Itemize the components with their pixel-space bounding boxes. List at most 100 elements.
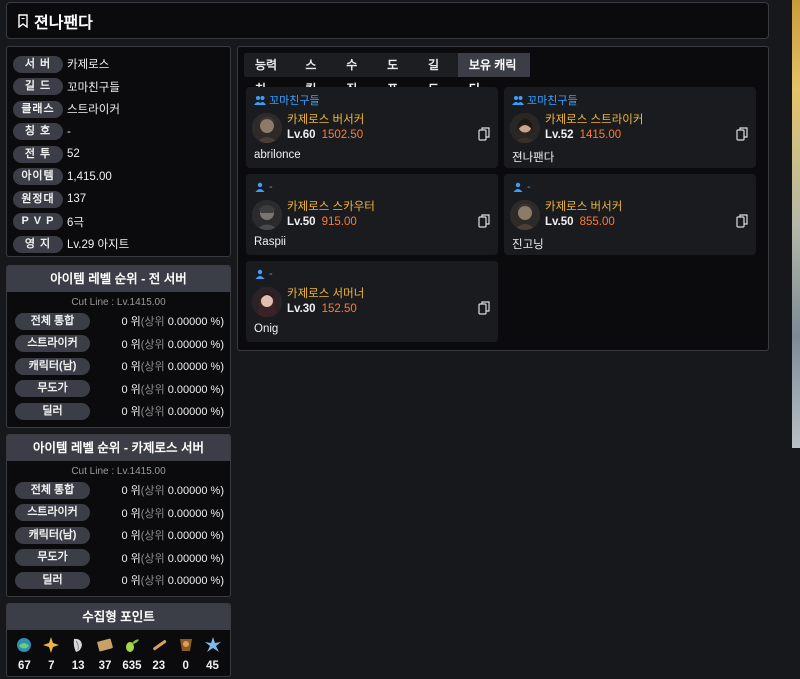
tab-chart[interactable]: 도표 <box>376 53 417 96</box>
rank-all-title: 아이템 레벨 순위 - 전 서버 <box>7 266 230 292</box>
profile-label: 아이템 <box>13 168 63 186</box>
page-header: 젼나팬다 <box>6 2 769 39</box>
group-icon <box>254 96 266 105</box>
class-line: 카제로스 스카우터 <box>287 201 375 213</box>
profile-row-class: 클래스 스트라이커 <box>13 98 224 121</box>
guild-name: 꼬마친구들 <box>269 95 320 107</box>
level-line: Lv.50 855.00 <box>545 216 615 228</box>
profile-row-item-level: 아이템 1,415.00 <box>13 166 224 189</box>
collection-count: 13 <box>71 660 85 672</box>
guild-name: - <box>269 181 273 193</box>
bookmark-icon[interactable] <box>17 13 29 28</box>
rank-label: 전체 통합 <box>15 312 90 330</box>
avatar <box>252 287 282 317</box>
profile-label: 길 드 <box>13 78 63 96</box>
character-card[interactable]: 꼬마친구들 카제로스 버서커 Lv.60 1502.50 abrilonce <box>246 87 498 168</box>
collection-item[interactable]: 635 <box>120 636 144 672</box>
collection-count: 45 <box>206 660 219 672</box>
character-card[interactable]: 꼬마친구들 카제로스 스트라이커 Lv.52 1415.00 젼나팬다 <box>504 87 756 168</box>
tab-bar: 능력치 스킬 수집 도표 길드 보유 캐릭터 <box>244 53 530 96</box>
collection-item[interactable]: 45 <box>201 636 225 672</box>
character-grid: 꼬마친구들 카제로스 버서커 Lv.60 1502.50 abrilonce 꼬마… <box>246 87 762 342</box>
rank-row: 무도가 0 위(상위 0.00000 %) <box>7 547 230 570</box>
collection-count: 67 <box>18 660 31 672</box>
character-card[interactable]: - 카제로스 버서커 Lv.50 855.00 진고닝 <box>504 174 756 255</box>
island-heart-icon <box>17 638 32 652</box>
avatar <box>510 200 540 230</box>
star-icon <box>43 637 60 653</box>
profile-panel: 서 버 카제로스 길 드 꼬마친구들 클래스 스트라이커 칭 호 - 전 투 5… <box>6 46 231 257</box>
rank-server-panel: 아이템 레벨 순위 - 카제로스 서버 Cut Line : Lv.1415.0… <box>6 434 231 597</box>
class-line: 카제로스 버서커 <box>545 201 623 213</box>
cutline-text: Cut Line : Lv.1415.00 <box>71 297 166 308</box>
rank-label: 전체 통합 <box>15 481 90 499</box>
copy-icon[interactable] <box>736 214 748 228</box>
tab-skills[interactable]: 스킬 <box>294 53 335 96</box>
class-line: 카제로스 스트라이커 <box>545 114 644 126</box>
rank-row: 전체 통합 0 위(상위 0.00000 %) <box>7 310 230 333</box>
rank-label: 스트라이커 <box>15 335 90 353</box>
character-card[interactable]: - 카제로스 서머너 Lv.30 152.50 Onig <box>246 261 498 342</box>
collection-item[interactable]: 37 <box>93 636 117 672</box>
copy-icon[interactable] <box>478 214 490 228</box>
collection-item[interactable]: 7 <box>39 636 63 672</box>
collection-item[interactable]: 67 <box>12 636 36 672</box>
class-line: 카제로스 서머너 <box>287 288 365 300</box>
rank-label: 딜러 <box>15 402 90 420</box>
collection-panel: 수집형 포인트 67 7 13 37 635 23 0 45 <box>6 603 231 677</box>
level-line: Lv.60 1502.50 <box>287 129 364 141</box>
guild-name: - <box>527 181 531 193</box>
person-icon <box>255 269 265 279</box>
rank-label: 무도가 <box>15 380 90 398</box>
avatar <box>510 113 540 143</box>
rank-label: 스트라이커 <box>15 504 90 522</box>
rank-label: 무도가 <box>15 549 90 567</box>
person-icon <box>255 182 265 192</box>
profile-value: - <box>67 125 71 138</box>
profile-label: 전 투 <box>13 145 63 163</box>
collection-count: 23 <box>152 660 166 672</box>
guild-name: - <box>269 268 273 280</box>
profile-row-pvp: P V P 6극 <box>13 211 224 234</box>
character-card[interactable]: - 카제로스 스카우터 Lv.50 915.00 Raspii <box>246 174 498 255</box>
collection-item[interactable]: 0 <box>174 636 198 672</box>
tab-collection[interactable]: 수집 <box>335 53 376 96</box>
copy-icon[interactable] <box>736 127 748 141</box>
collection-count: 7 <box>48 660 55 672</box>
copy-icon[interactable] <box>478 127 490 141</box>
avatar <box>252 200 282 230</box>
level-line: Lv.50 915.00 <box>287 216 357 228</box>
level-line: Lv.30 152.50 <box>287 303 357 315</box>
rank-value: 0 위(상위 0.00000 %) <box>121 338 224 351</box>
level-line: Lv.52 1415.00 <box>545 129 622 141</box>
rank-value: 0 위(상위 0.00000 %) <box>121 316 224 329</box>
rank-row: 딜러 0 위(상위 0.00000 %) <box>7 569 230 592</box>
cutline-text: Cut Line : Lv.1415.00 <box>71 466 166 477</box>
collection-item[interactable]: 13 <box>66 636 90 672</box>
rank-value: 0 위(상위 0.00000 %) <box>121 552 224 565</box>
character-name: 젼나팬다 <box>512 152 555 164</box>
collection-item[interactable]: 23 <box>147 636 171 672</box>
character-name: 진고닝 <box>512 239 544 251</box>
tab-guild[interactable]: 길드 <box>417 53 458 96</box>
tab-characters[interactable]: 보유 캐릭터 <box>457 53 530 96</box>
profile-row-title: 칭 호 - <box>13 121 224 144</box>
profile-row-expedition: 원정대 137 <box>13 188 224 211</box>
profile-label: 영 지 <box>13 235 63 253</box>
profile-value: 52 <box>67 148 80 161</box>
rank-value: 0 위(상위 0.00000 %) <box>121 575 224 588</box>
seed-icon <box>73 638 83 652</box>
rank-row: 캐릭터(남) 0 위(상위 0.00000 %) <box>7 355 230 378</box>
rank-row: 무도가 0 위(상위 0.00000 %) <box>7 378 230 401</box>
orgel-icon <box>204 637 221 652</box>
character-name: Raspii <box>254 236 286 248</box>
profile-label: 서 버 <box>13 55 63 73</box>
tab-stats[interactable]: 능력치 <box>244 53 294 96</box>
rank-label: 캐릭터(남) <box>15 357 90 375</box>
profile-row-estate: 영 지 Lv.29 아지트 <box>13 233 224 256</box>
profile-value: 1,415.00 <box>67 170 112 183</box>
copy-icon[interactable] <box>478 301 490 315</box>
collection-title: 수집형 포인트 <box>7 604 230 630</box>
group-icon <box>512 96 524 105</box>
rank-row: 캐릭터(남) 0 위(상위 0.00000 %) <box>7 524 230 547</box>
